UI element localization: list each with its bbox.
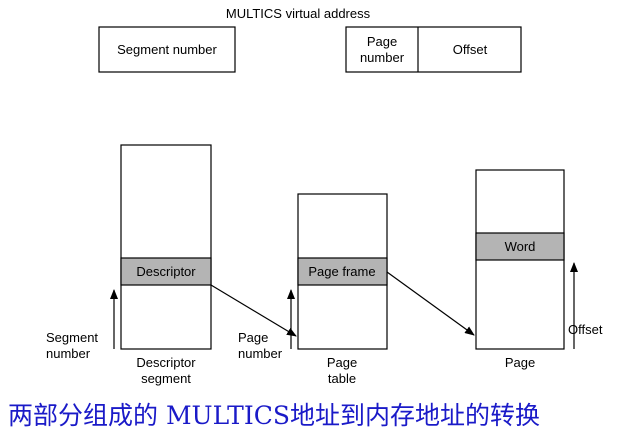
virtual-address-title: MULTICS virtual address <box>226 6 371 21</box>
page-table-caption-line1: Page <box>327 355 357 370</box>
page-number-index-line2: number <box>238 346 283 361</box>
page-table-caption-line2: table <box>328 371 356 386</box>
offset-index-label: Offset <box>568 322 603 337</box>
page-frame-entry-label: Page frame <box>308 264 375 279</box>
page-frame-to-page-arrow <box>386 271 475 336</box>
descriptor-segment-caption-line1: Descriptor <box>136 355 196 370</box>
offset-label: Offset <box>453 42 488 57</box>
word-entry-label: Word <box>505 239 536 254</box>
descriptor-entry-label: Descriptor <box>136 264 196 279</box>
descriptor-to-page-table-arrow <box>210 284 297 337</box>
segment-number-index-line2: number <box>46 346 91 361</box>
figure-caption: 两部分组成的 MULTICS地址到内存地址的转换 <box>8 401 540 430</box>
page-number-label-line2: number <box>360 50 405 65</box>
page-number-index-line1: Page <box>238 330 268 345</box>
page-caption: Page <box>505 355 535 370</box>
descriptor-segment-box <box>120 144 212 350</box>
address-translation-diagram: MULTICS virtual address Segment number P… <box>46 6 603 386</box>
descriptor-segment-caption-line2: segment <box>141 371 191 386</box>
segment-number-index-line1: Segment <box>46 330 98 345</box>
page-number-label-line1: Page <box>367 34 397 49</box>
segment-number-label: Segment number <box>117 42 217 57</box>
